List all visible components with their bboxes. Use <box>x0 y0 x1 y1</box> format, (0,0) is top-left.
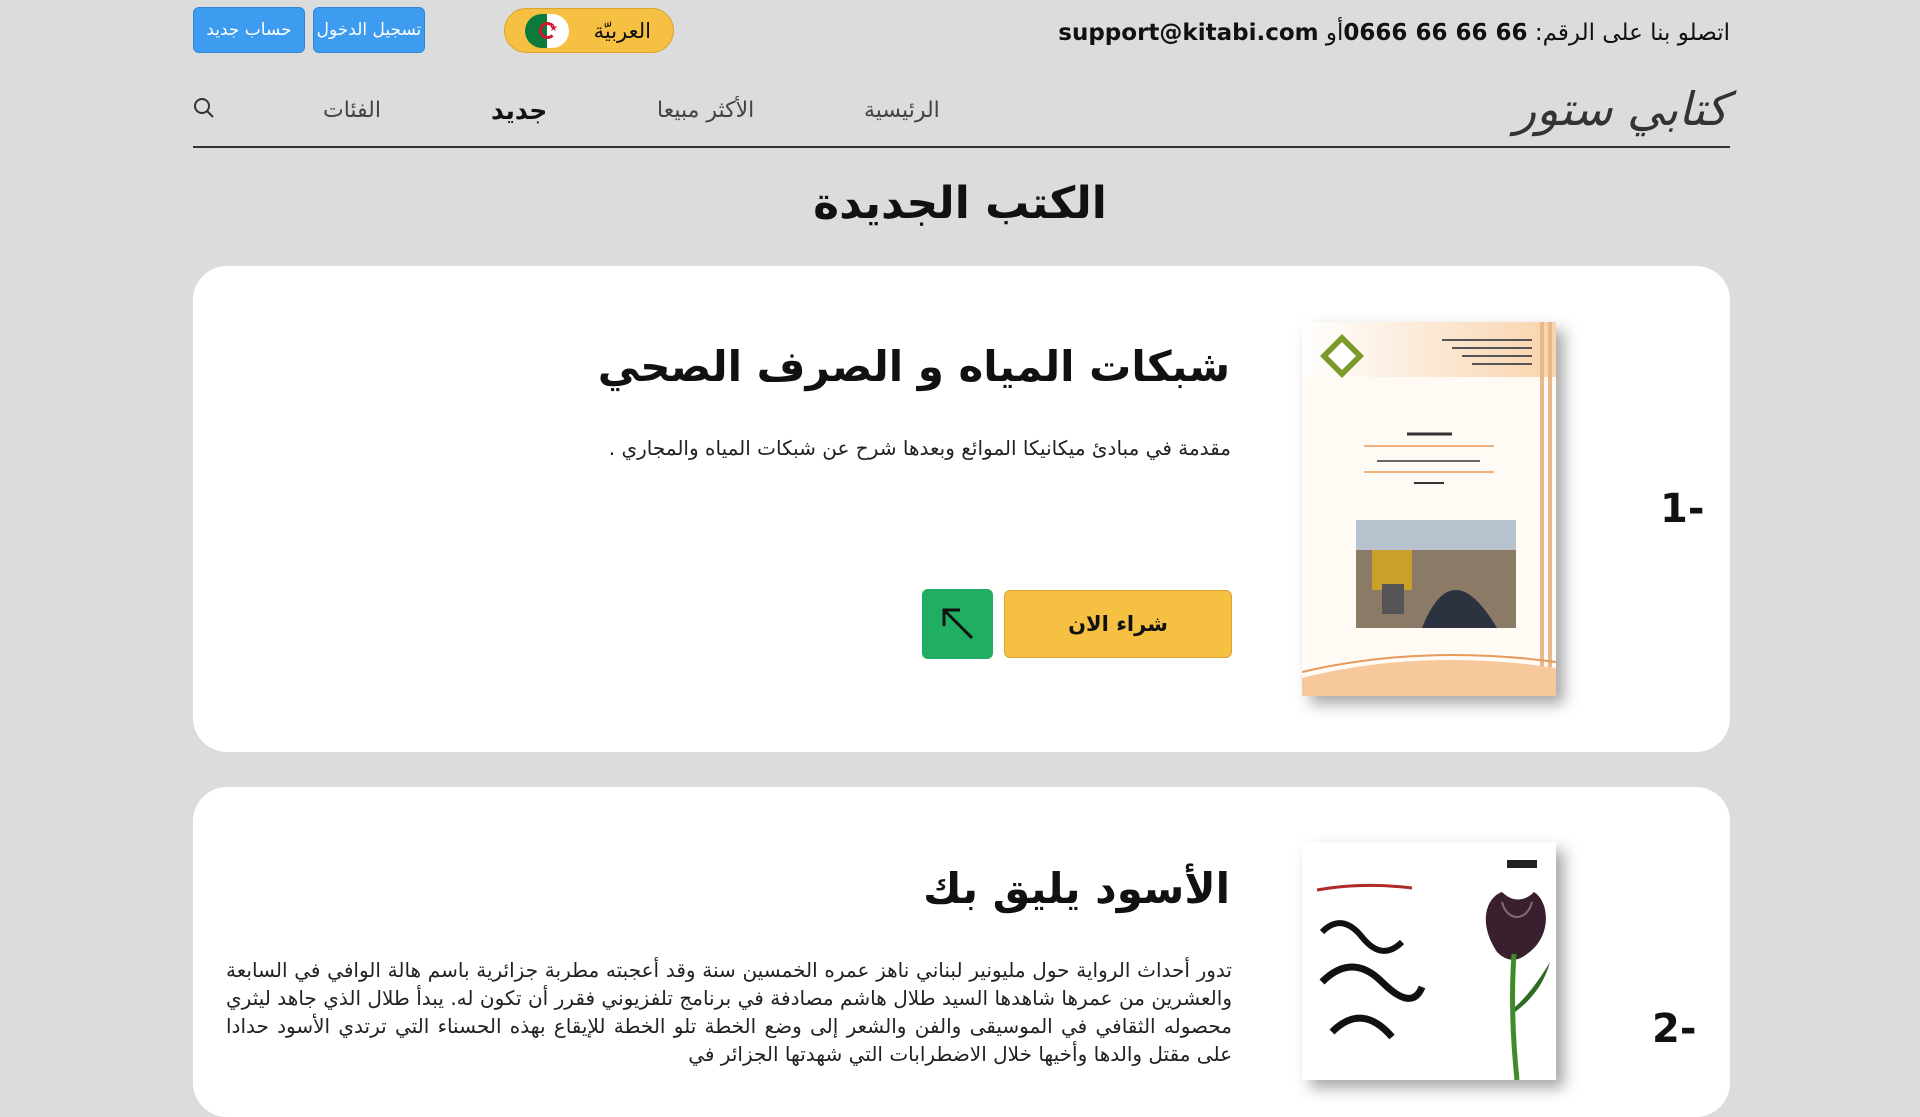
book-cover-image[interactable] <box>1302 842 1556 1080</box>
nav-item-new[interactable]: جديد <box>491 96 547 125</box>
book-rank: 2- <box>1652 1006 1697 1052</box>
nav-item-home[interactable]: الرئيسية <box>864 98 940 123</box>
language-switcher[interactable]: العربيّة <box>504 8 674 53</box>
search-icon[interactable] <box>193 97 215 119</box>
book-cover-image[interactable] <box>1302 322 1556 696</box>
contact-label: اتصلو بنا على الرقم: <box>1534 20 1730 46</box>
login-button[interactable]: تسجيل الدخول <box>313 7 425 53</box>
arrow-up-left-icon <box>942 608 973 640</box>
page-title: الكتب الجديدة <box>813 178 1107 229</box>
book-cover-art <box>1302 842 1556 1080</box>
new-account-button[interactable]: حساب جديد <box>193 7 305 53</box>
book-title[interactable]: الأسود يليق بك <box>923 864 1230 913</box>
book-description: تدور أحداث الرواية حول مليونير لبناني نا… <box>226 958 1232 1066</box>
algeria-flag-icon <box>525 13 569 48</box>
book-title[interactable]: شبكات المياه و الصرف الصحي <box>598 342 1230 391</box>
support-email[interactable]: support@kitabi.com <box>1058 20 1318 46</box>
site-logo[interactable]: كتابي ستور <box>1514 82 1728 136</box>
book-rank: 1- <box>1660 486 1705 532</box>
nav-item-categories[interactable]: الفئات <box>323 98 381 123</box>
language-label: العربيّة <box>593 18 651 43</box>
open-book-button[interactable] <box>922 589 993 659</box>
or-text: أو <box>1325 20 1344 46</box>
book-description: مقدمة في مبادئ ميكانيكا الموائع وبعدها ش… <box>608 436 1231 460</box>
nav-item-bestsellers[interactable]: الأكثر مبيعا <box>657 98 754 123</box>
buy-now-button[interactable]: شراء الان <box>1004 590 1232 658</box>
book-cover-art <box>1302 322 1556 696</box>
phone-number[interactable]: 66 66 66 0666 <box>1343 20 1527 46</box>
contact-info: اتصلو بنا على الرقم: 66 66 66 0666أو sup… <box>1058 20 1730 46</box>
nav-divider <box>193 146 1730 148</box>
